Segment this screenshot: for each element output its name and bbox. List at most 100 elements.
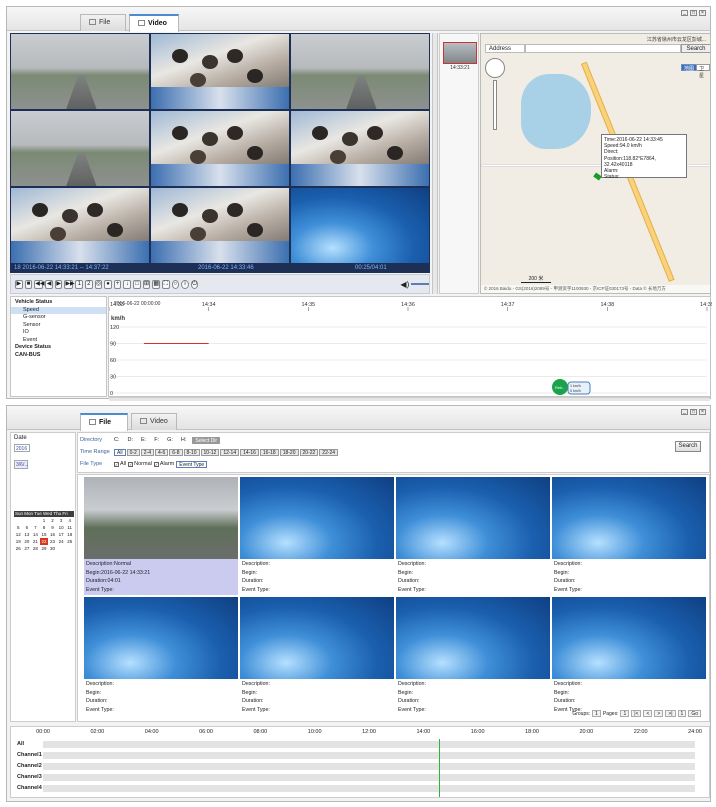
video-channel-8[interactable] (151, 188, 289, 263)
calendar-day[interactable]: 15 (40, 531, 49, 538)
timeline-row[interactable]: Channel3 (11, 773, 695, 782)
calendar-day[interactable]: 14 (31, 531, 40, 538)
video-channel-6[interactable] (291, 111, 429, 186)
tree-io[interactable]: IO (11, 329, 106, 337)
chart-position-tag[interactable]: 1 km/h 0 km/h Reh- (552, 379, 591, 395)
layout-9-icon[interactable]: ▦ (152, 279, 160, 289)
settings-icon[interactable]: ○ (171, 279, 180, 289)
step-back-icon[interactable]: ◀ (45, 279, 53, 289)
result-thumbnail[interactable] (396, 597, 550, 679)
minimize-button[interactable]: _ (681, 10, 688, 16)
timeline-row[interactable]: Channel2 (11, 762, 695, 771)
result-thumbnail[interactable] (552, 597, 706, 679)
select-dir-button[interactable]: Select Dir (192, 436, 221, 444)
close-button[interactable]: × (699, 409, 706, 415)
result-thumbnail[interactable] (396, 477, 550, 559)
tree-vehicle-status[interactable]: Vehicle Status (11, 299, 106, 307)
result-card[interactable]: Description: Begin: Duration: Event Type: (84, 597, 238, 715)
file-type-all[interactable]: ✓ All (114, 461, 126, 467)
map-zoom-slider[interactable] (493, 80, 497, 130)
tab-video[interactable]: Video (129, 14, 179, 32)
tree-gsensor[interactable]: G-sensor (11, 314, 106, 322)
calendar-button[interactable]: 3/6/... (14, 460, 29, 469)
layout-1-icon[interactable]: □ (133, 279, 141, 289)
minimize-button[interactable]: _ (681, 409, 688, 415)
zoom-icon[interactable]: + (113, 279, 122, 289)
result-card[interactable]: Description: Begin: Duration: Event Type: (396, 597, 550, 715)
result-thumbnail[interactable] (84, 597, 238, 679)
timeline-row[interactable]: All (11, 740, 695, 749)
tree-event[interactable]: Event (11, 337, 106, 345)
time-range-option[interactable]: 0-2 (126, 448, 140, 456)
time-range-option[interactable]: 2-4 (140, 448, 155, 456)
info-icon[interactable]: i (181, 279, 189, 289)
calendar-day[interactable]: 18 (65, 531, 74, 538)
calendar-day[interactable]: 4 (65, 517, 74, 524)
video-channel-4[interactable] (11, 111, 149, 186)
speed-icon[interactable]: 2 (85, 279, 93, 289)
layout-4-icon[interactable]: ⊞ (142, 279, 151, 289)
slow-icon[interactable]: 1 (75, 279, 84, 289)
close-button[interactable]: × (699, 10, 706, 16)
calendar-day[interactable]: 10 (57, 524, 66, 531)
time-range-option[interactable]: 12-14 (220, 448, 240, 456)
maximize-button[interactable]: □ (690, 10, 697, 16)
timeline-track[interactable] (43, 741, 695, 748)
drive-option[interactable]: G: (167, 437, 173, 443)
calendar-day[interactable]: 30 (48, 545, 57, 552)
calendar-day[interactable]: 24 (57, 538, 66, 545)
result-thumbnail[interactable] (240, 597, 394, 679)
video-channel-9[interactable] (291, 188, 429, 263)
calendar-day[interactable]: 29 (40, 545, 49, 552)
calendar-day[interactable]: 5 (14, 524, 23, 531)
file-type-alarm[interactable]: ✓ Alarm (153, 461, 174, 467)
event-type-button[interactable]: Event Type (176, 460, 208, 468)
power-icon[interactable]: ⏻ (190, 279, 199, 289)
video-channel-2[interactable] (151, 34, 289, 109)
tab-video-2[interactable]: Video (131, 413, 177, 430)
timeline-track[interactable] (43, 785, 695, 792)
play-icon[interactable]: ▶ (15, 279, 23, 289)
calendar-day[interactable]: 17 (57, 531, 66, 538)
timeline-row[interactable]: Channel1 (11, 751, 695, 760)
time-range-option[interactable]: 10-12 (200, 448, 220, 456)
timeline-track[interactable] (43, 752, 695, 759)
map-view[interactable]: 江苏省徐州市云龙区彭城... Address Search 地图 卫星 Time… (480, 33, 711, 294)
timeline-track[interactable] (43, 763, 695, 770)
calendar-day[interactable]: 11 (65, 524, 74, 531)
fullscreen-icon[interactable]: ⛶ (161, 279, 170, 289)
satellite-type-button[interactable]: 卫星 (696, 64, 710, 79)
record-icon[interactable]: ● (104, 279, 112, 289)
calendar-day[interactable]: 25 (65, 538, 74, 545)
address-input[interactable] (525, 44, 681, 53)
time-range-option[interactable]: 14-16 (240, 448, 259, 456)
calendar-day[interactable]: 23 (48, 538, 57, 545)
rewind-icon[interactable]: ◀◀ (34, 279, 44, 289)
result-card[interactable]: Description: Begin: Duration: Event Type: (396, 477, 550, 595)
fast-forward-icon[interactable]: ▶▶ (64, 279, 75, 289)
video-channel-7[interactable] (11, 188, 149, 263)
calendar-day[interactable]: 8 (40, 524, 49, 531)
drive-option[interactable]: D: (128, 437, 134, 443)
video-channel-3[interactable] (291, 34, 429, 109)
calendar-day[interactable]: 16 (48, 531, 57, 538)
drive-option[interactable]: E: (141, 437, 146, 443)
splitter[interactable] (432, 33, 438, 294)
map-pan-control[interactable] (485, 58, 505, 78)
calendar-day[interactable]: 2 (48, 517, 57, 524)
video-channel-5[interactable] (151, 111, 289, 186)
calendar-day[interactable]: 1 (40, 517, 49, 524)
timeline-row[interactable]: Channel4 (11, 784, 695, 793)
drive-option[interactable]: F: (154, 437, 159, 443)
snapshot-icon[interactable]: ◎ (94, 279, 103, 289)
result-thumbnail[interactable] (552, 477, 706, 559)
time-range-option[interactable]: 4-6 (155, 448, 169, 456)
calendar-day[interactable]: 19 (14, 538, 23, 545)
calendar-day[interactable]: 13 (23, 531, 32, 538)
volume-icon[interactable]: ◀) (400, 280, 409, 289)
maximize-button[interactable]: □ (690, 409, 697, 415)
tree-can-bus[interactable]: CAN-BUS (11, 352, 106, 360)
timeline-track[interactable] (43, 774, 695, 781)
map-type-button[interactable]: 地图 (681, 64, 698, 72)
drive-option[interactable]: C: (114, 437, 120, 443)
